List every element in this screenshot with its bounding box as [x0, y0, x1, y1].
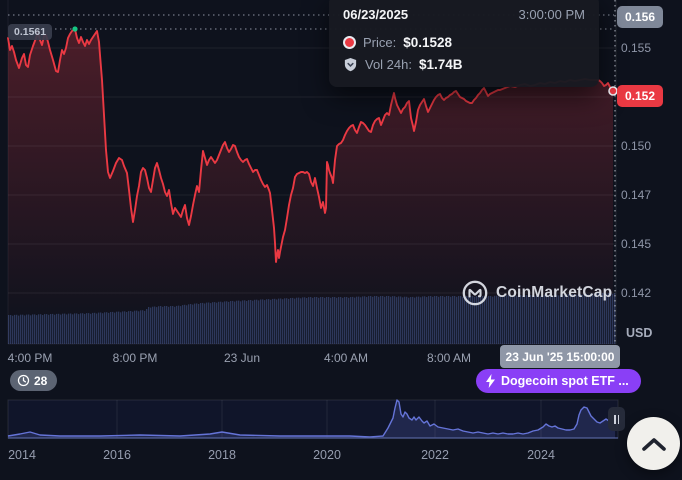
tooltip-price-value: $0.1528	[403, 35, 452, 50]
navigator-year-label: 2018	[208, 448, 236, 462]
lightning-icon	[485, 374, 496, 388]
watermark-text: CoinMarketCap	[496, 284, 612, 302]
chevron-up-icon	[641, 436, 667, 452]
tooltip-time: 3:00:00 PM	[519, 7, 586, 22]
navigator-year-label: 2016	[103, 448, 131, 462]
y-axis-label: 0.147	[621, 188, 676, 202]
currency-label: USD	[626, 326, 652, 340]
navigator-year-label: 2024	[527, 448, 555, 462]
axis-last-price-badge: 0.152	[617, 85, 663, 107]
x-axis-label: 4:00 PM	[8, 351, 53, 365]
news-label: Dogecoin spot ETF ...	[501, 374, 629, 388]
x-axis-label: 8:00 AM	[427, 351, 471, 365]
history-count-pill[interactable]: 28	[10, 370, 57, 391]
chart-high-badge: 0.1561	[8, 24, 52, 40]
news-annotation-pill[interactable]: Dogecoin spot ETF ...	[476, 369, 641, 393]
last-price-marker[interactable]	[609, 87, 617, 95]
tooltip-date: 06/23/2025	[343, 7, 408, 22]
history-count: 28	[34, 374, 47, 388]
crosshair-time-badge: 23 Jun '25 15:00:00	[500, 345, 620, 368]
axis-high-badge: 0.156	[617, 6, 663, 28]
chart-tooltip: 06/23/2025 3:00:00 PM Price: $0.1528 Vol…	[329, 0, 599, 87]
x-axis-label: 4:00 AM	[324, 351, 368, 365]
x-axis-label: 8:00 PM	[113, 351, 158, 365]
coinmarketcap-chart-screen: 0.1561 0.156 0.152 USD 23 Jun '25 15:00:…	[0, 0, 682, 480]
scroll-to-top-button[interactable]	[627, 417, 680, 470]
y-axis-label: 0.150	[621, 139, 676, 153]
coinmarketcap-logo-icon	[462, 280, 488, 306]
x-axis-label: 23 Jun	[224, 351, 260, 365]
history-clock-icon	[17, 374, 30, 387]
price-dot-icon	[343, 36, 356, 49]
tooltip-vol-label: Vol 24h:	[365, 57, 412, 72]
y-axis-label: 0.142	[621, 286, 676, 300]
tooltip-price-label: Price:	[363, 35, 396, 50]
navigator-frame	[8, 400, 618, 438]
navigator-year-label: 2020	[313, 448, 341, 462]
high-point-marker	[72, 26, 77, 31]
volume-shield-icon	[343, 57, 358, 72]
navigator-year-label: 2014	[8, 448, 36, 462]
y-axis-label: 0.145	[621, 237, 676, 251]
navigator-right-handle[interactable]	[608, 407, 625, 431]
navigator-year-label: 2022	[421, 448, 449, 462]
watermark: CoinMarketCap	[462, 280, 612, 306]
tooltip-vol-value: $1.74B	[419, 57, 463, 72]
y-axis-label: 0.155	[621, 41, 676, 55]
